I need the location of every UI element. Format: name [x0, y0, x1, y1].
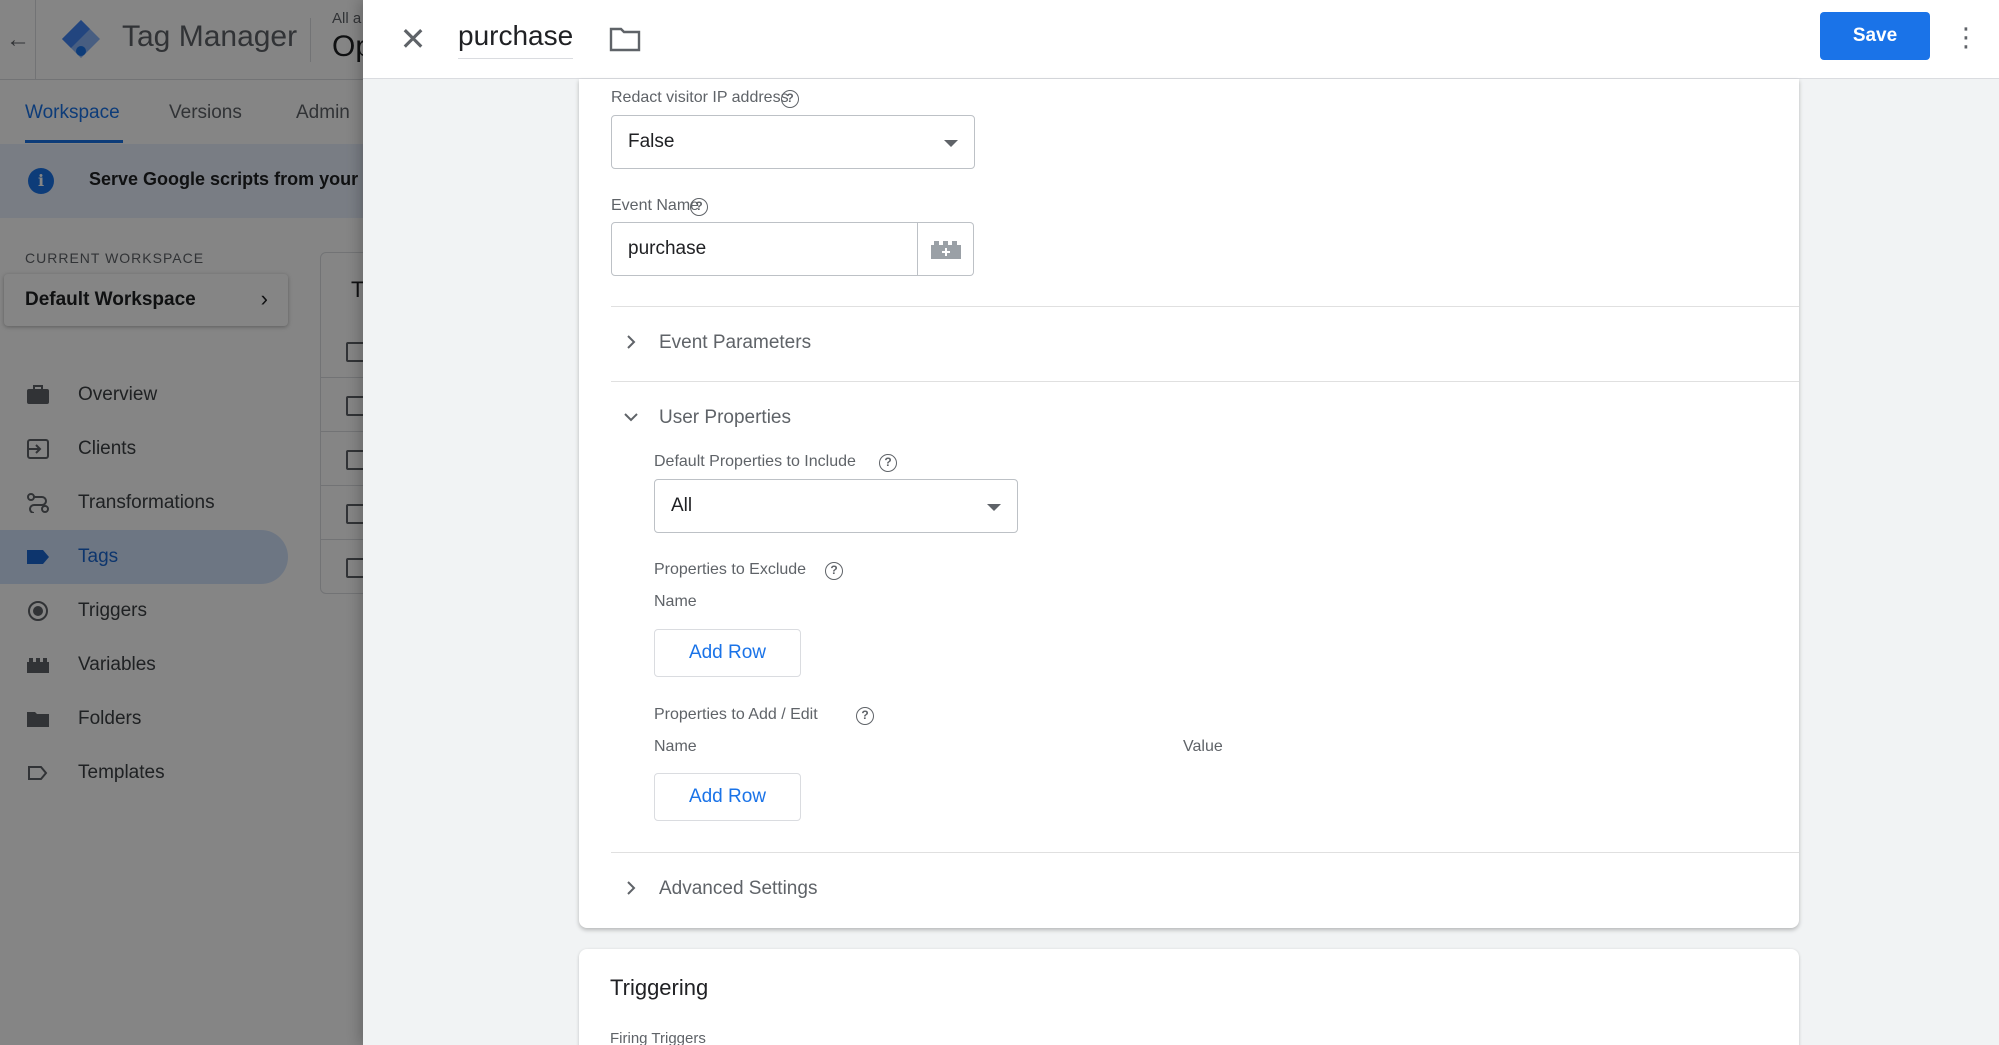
- help-icon[interactable]: ?: [690, 198, 708, 216]
- chevron-right-icon: ›: [260, 286, 268, 311]
- tag-manager-logo-icon: [62, 20, 100, 58]
- sidebar-item-label: Folders: [78, 708, 142, 729]
- app-tabs: Workspace Versions Admin: [0, 80, 400, 144]
- event-name-field[interactable]: [611, 222, 918, 276]
- triggering-card: Triggering Firing Triggers: [579, 949, 1799, 1045]
- add-row-button[interactable]: Add Row: [654, 773, 801, 821]
- chevron-right-icon[interactable]: [621, 878, 641, 898]
- advanced-settings-section[interactable]: Advanced Settings: [659, 878, 817, 900]
- tab-admin[interactable]: Admin: [296, 102, 350, 124]
- sidebar-item-variables[interactable]: Variables: [0, 638, 288, 692]
- properties-to-add-edit-label: Properties to Add / Edit: [654, 706, 818, 723]
- help-icon[interactable]: ?: [879, 454, 897, 472]
- trigger-icon: [28, 601, 48, 621]
- chevron-right-icon[interactable]: [621, 332, 641, 352]
- more-vert-icon[interactable]: ⋮: [1953, 20, 1979, 56]
- dropdown-arrow-icon: [944, 140, 958, 147]
- sidebar-item-folders[interactable]: Folders: [0, 692, 288, 746]
- briefcase-icon: [27, 385, 49, 404]
- variable-brick-icon: [931, 241, 961, 259]
- tab-workspace[interactable]: Workspace: [25, 102, 120, 124]
- workspace-selector[interactable]: Default Workspace ›: [4, 274, 288, 326]
- tag-editor-drawer: ✕ purchase Save ⋮ Redact visitor IP addr…: [363, 0, 1999, 1045]
- sidebar-item-clients[interactable]: Clients: [0, 422, 288, 476]
- header-divider: [310, 18, 311, 62]
- chevron-down-icon[interactable]: [621, 407, 641, 427]
- insert-variable-button[interactable]: [918, 222, 974, 276]
- workspace-name: Default Workspace: [25, 289, 196, 310]
- firing-triggers-label: Firing Triggers: [610, 1030, 706, 1045]
- section-divider: [611, 852, 1799, 853]
- section-divider: [611, 306, 1799, 307]
- sidebar-item-label: Tags: [78, 546, 119, 567]
- section-divider: [611, 381, 1799, 382]
- app-header: ← Tag Manager All a Op: [0, 0, 400, 80]
- current-workspace-label: CURRENT WORKSPACE: [25, 250, 205, 266]
- folder-icon: [27, 712, 49, 727]
- sidebar-item-label: Variables: [78, 654, 156, 675]
- sidebar-item-triggers[interactable]: Triggers: [0, 584, 288, 638]
- label-outline-icon: [28, 766, 48, 780]
- sidebar-item-tags[interactable]: Tags: [0, 530, 288, 584]
- login-icon: [27, 439, 49, 459]
- banner-text: Serve Google scripts from your: [89, 169, 359, 189]
- header-divider: [35, 0, 36, 80]
- tab-versions[interactable]: Versions: [169, 102, 242, 124]
- properties-to-exclude-label: Properties to Exclude: [654, 561, 807, 578]
- sidebar-item-transformations[interactable]: Transformations: [0, 476, 288, 530]
- app-title: Tag Manager: [122, 20, 298, 53]
- default-properties-label: Default Properties to Include: [654, 453, 856, 470]
- sidebar-item-label: Triggers: [78, 600, 147, 621]
- info-banner: i Serve Google scripts from your: [0, 144, 400, 218]
- route-icon: [27, 493, 49, 513]
- add-row-button[interactable]: Add Row: [654, 629, 801, 677]
- triggering-title: Triggering: [610, 975, 709, 1000]
- back-arrow-icon[interactable]: ←: [4, 26, 32, 54]
- sidebar-item-label: Transformations: [78, 492, 215, 513]
- save-button[interactable]: Save: [1820, 12, 1930, 60]
- help-icon[interactable]: ?: [825, 562, 843, 580]
- drawer-header: ✕ purchase Save ⋮: [363, 0, 1999, 79]
- account-label: All a: [332, 10, 362, 27]
- redact-ip-select[interactable]: False: [611, 115, 975, 169]
- user-properties-section[interactable]: User Properties: [659, 407, 791, 429]
- event-name-input[interactable]: [612, 223, 917, 275]
- column-header-name: Name: [654, 593, 697, 610]
- redact-ip-value: False: [628, 131, 675, 152]
- help-icon[interactable]: ?: [856, 707, 874, 725]
- active-tab-indicator: [25, 140, 123, 143]
- column-header-value: Value: [1183, 738, 1223, 755]
- sidebar-item-templates[interactable]: Templates: [0, 746, 288, 800]
- tag-name-input[interactable]: purchase: [458, 20, 574, 59]
- lego-icon: [27, 658, 49, 673]
- background-app: ← Tag Manager All a Op Workspace Version…: [0, 0, 421, 1045]
- tag-icon: [27, 550, 49, 564]
- event-name-label: Event Name: [611, 197, 700, 214]
- tag-configuration-card: Redact visitor IP address ? False Event …: [579, 79, 1799, 928]
- default-properties-value: All: [671, 495, 693, 516]
- column-header-name: Name: [654, 738, 697, 755]
- help-icon[interactable]: ?: [781, 90, 799, 108]
- sidebar-item-overview[interactable]: Overview: [0, 368, 288, 422]
- close-button[interactable]: ✕: [393, 20, 433, 60]
- sidebar-item-label: Templates: [78, 762, 165, 783]
- info-icon: i: [28, 168, 54, 194]
- redact-ip-label: Redact visitor IP address: [611, 89, 789, 106]
- event-parameters-section[interactable]: Event Parameters: [659, 332, 811, 354]
- folder-outline-icon[interactable]: [607, 22, 643, 56]
- dropdown-arrow-icon: [987, 504, 1001, 511]
- sidebar-item-label: Clients: [78, 438, 137, 459]
- sidebar-item-label: Overview: [78, 384, 158, 405]
- default-properties-select[interactable]: All: [654, 479, 1018, 533]
